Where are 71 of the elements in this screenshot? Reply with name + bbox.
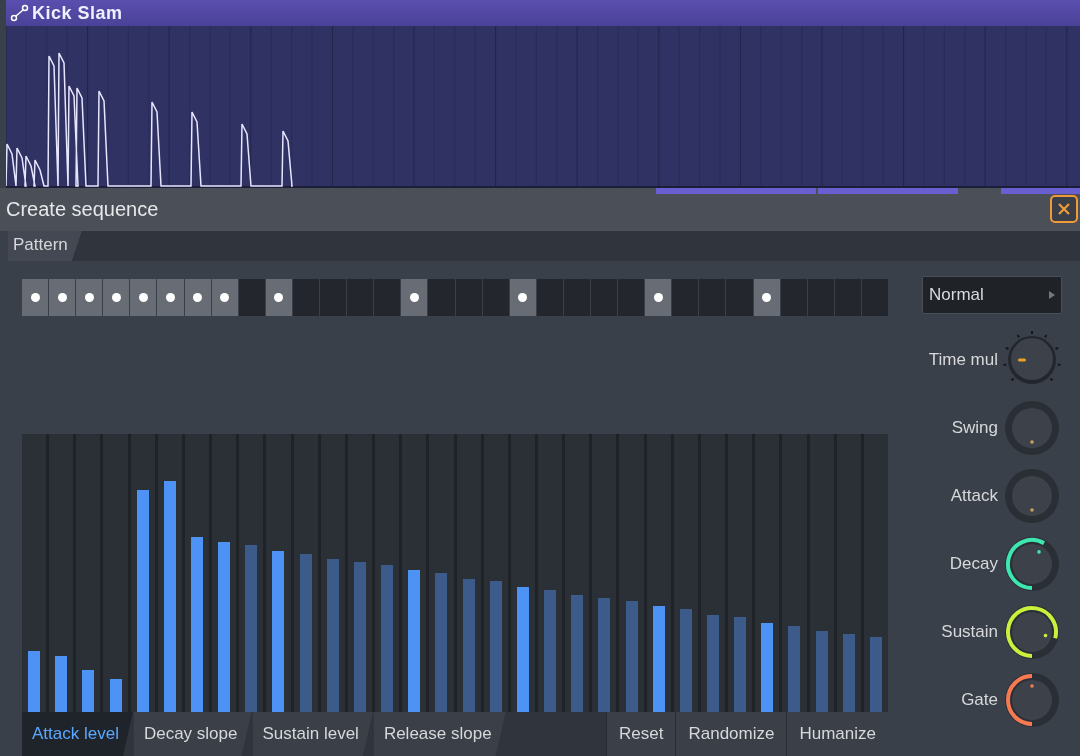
link-icon: [10, 4, 30, 22]
level-bar[interactable]: [218, 542, 231, 712]
level-bar[interactable]: [272, 550, 285, 712]
knob-pointer: [1037, 550, 1041, 554]
step-button[interactable]: [49, 279, 76, 316]
step-button[interactable]: [103, 279, 130, 316]
level-bar[interactable]: [326, 559, 339, 712]
step-button[interactable]: [401, 279, 428, 316]
dialog-title: Create sequence: [6, 197, 159, 221]
knob[interactable]: [1002, 534, 1062, 594]
knob-label: Swing: [951, 418, 998, 438]
step-button[interactable]: [265, 279, 292, 316]
step-button[interactable]: [184, 279, 211, 316]
level-bar[interactable]: [761, 623, 774, 712]
step-button[interactable]: [509, 279, 536, 316]
level-bar[interactable]: [571, 595, 584, 712]
level-bar[interactable]: [516, 586, 529, 712]
level-bar[interactable]: [462, 578, 475, 712]
level-bar[interactable]: [734, 617, 747, 712]
pattern-tab[interactable]: Pattern: [8, 231, 82, 261]
level-bar[interactable]: [652, 606, 665, 712]
level-bar[interactable]: [679, 609, 692, 712]
action-button[interactable]: Randomize: [675, 712, 787, 756]
close-button[interactable]: [1050, 195, 1078, 224]
level-bar[interactable]: [408, 570, 421, 712]
step-button[interactable]: [157, 279, 184, 316]
level-bar[interactable]: [842, 634, 855, 712]
action-button[interactable]: Reset: [606, 712, 676, 756]
knob-pointer: [1043, 633, 1048, 638]
level-bar[interactable]: [381, 564, 394, 712]
edit-tab[interactable]: Decay slope: [133, 712, 252, 756]
knob[interactable]: [1002, 670, 1062, 730]
knob-label: Attack: [950, 486, 998, 506]
step-button[interactable]: [211, 279, 238, 316]
step-button[interactable]: [76, 279, 103, 316]
knob-pointer: [1030, 440, 1034, 444]
level-bar[interactable]: [163, 481, 176, 712]
step-button[interactable]: [645, 279, 672, 316]
edit-tab[interactable]: Attack level: [22, 712, 133, 756]
edit-tab[interactable]: Sustain level: [252, 712, 373, 756]
step-button[interactable]: [130, 279, 157, 316]
level-bar[interactable]: [869, 636, 882, 712]
caret-icon: [1049, 291, 1055, 299]
step-button[interactable]: [753, 279, 780, 316]
knob-label: Gate: [961, 690, 998, 710]
level-bar[interactable]: [55, 656, 68, 712]
knob-pointer: [1030, 684, 1034, 688]
action-button[interactable]: Humanize: [786, 712, 888, 756]
level-bar[interactable]: [598, 598, 611, 712]
level-bar[interactable]: [28, 650, 41, 712]
level-bar[interactable]: [815, 631, 828, 712]
level-bar[interactable]: [435, 573, 448, 712]
level-bar[interactable]: [245, 545, 258, 712]
level-bar[interactable]: [489, 581, 502, 712]
knob-label: Time mul: [928, 350, 998, 370]
clip-title: Kick Slam: [32, 2, 123, 24]
level-bar[interactable]: [109, 678, 122, 712]
level-bar[interactable]: [625, 600, 638, 712]
level-bar[interactable]: [82, 670, 95, 712]
level-bar[interactable]: [136, 489, 149, 712]
edit-tab[interactable]: Release slope: [373, 712, 506, 756]
level-bar[interactable]: [788, 625, 801, 712]
step-button[interactable]: [22, 279, 49, 316]
knob-label: Sustain: [941, 622, 998, 642]
level-bar[interactable]: [299, 553, 312, 712]
mode-dropdown[interactable]: Normal: [922, 276, 1062, 314]
knob-pointer: [1030, 508, 1034, 512]
knob-label: Decay: [949, 554, 998, 574]
level-bar[interactable]: [544, 589, 557, 712]
close-icon: [1057, 202, 1071, 217]
level-bar[interactable]: [353, 561, 366, 712]
